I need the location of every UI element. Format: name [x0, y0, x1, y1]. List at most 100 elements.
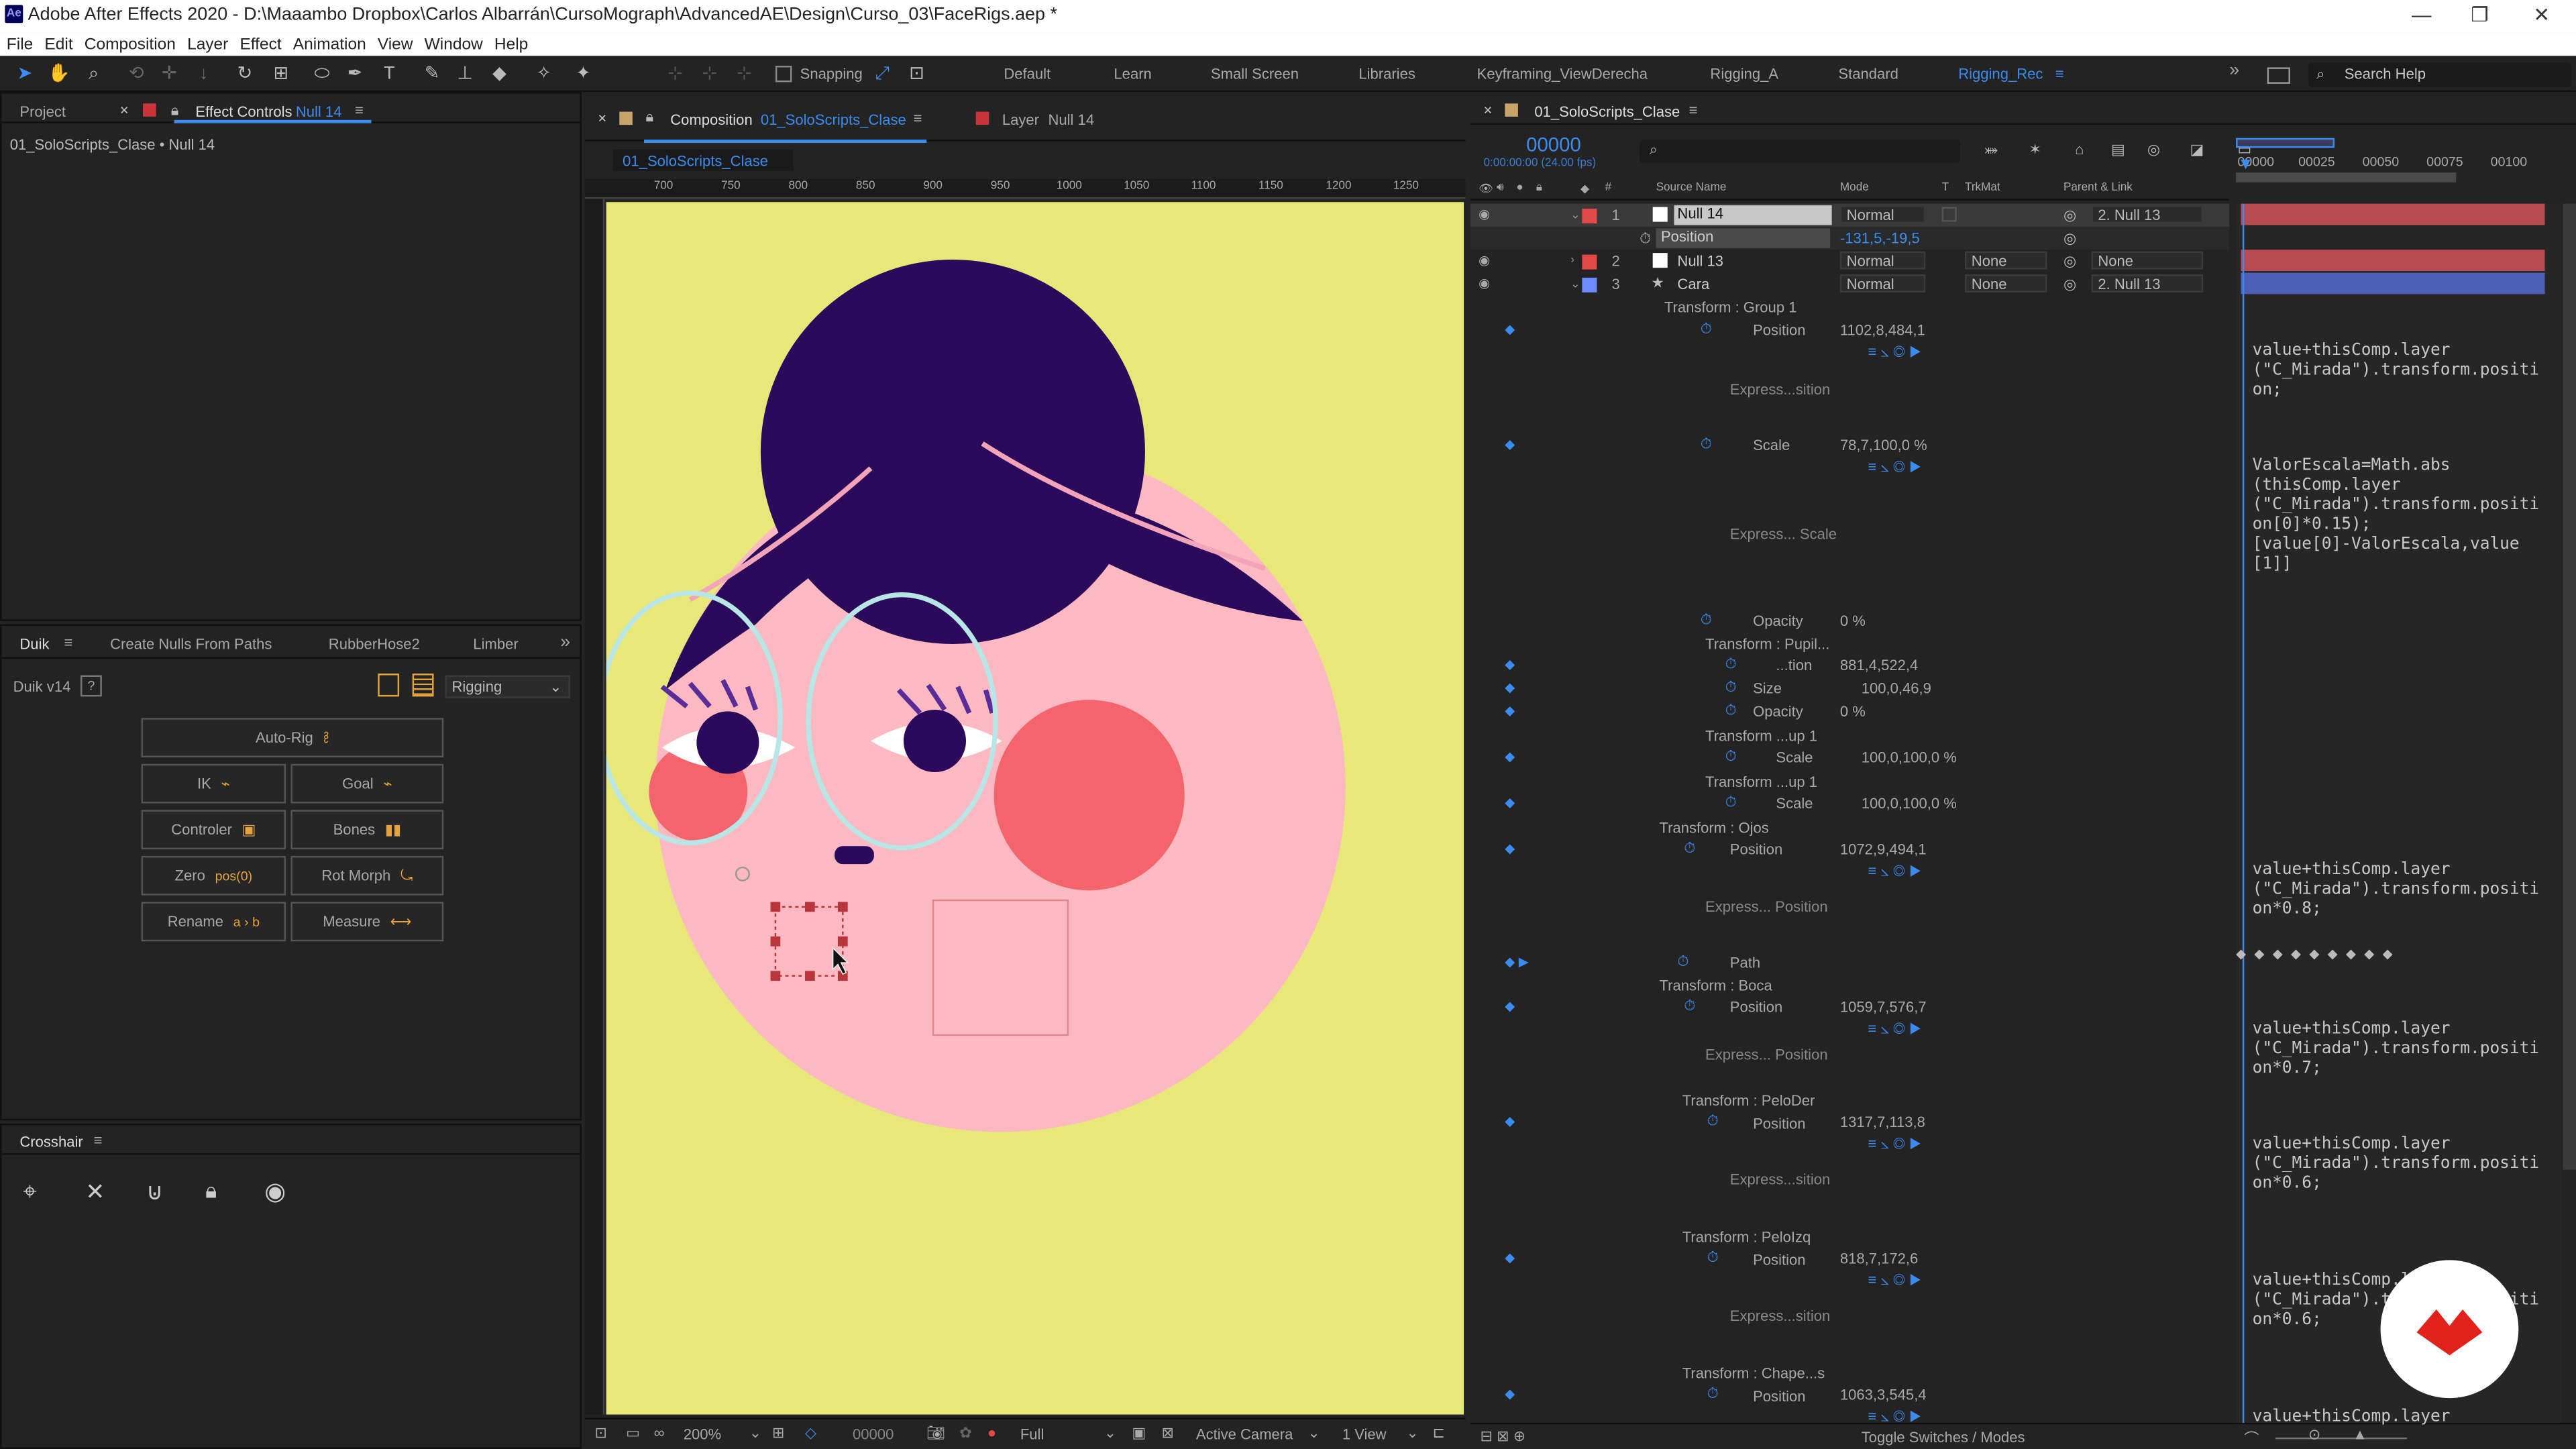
- label-icon[interactable]: ◆: [1580, 182, 1589, 195]
- timeline-comp-name[interactable]: 01_SoloScripts_Clase: [1534, 103, 1680, 119]
- clone-stamp-icon[interactable]: ⊥: [453, 62, 476, 85]
- chevron-down-icon[interactable]: ⌄: [1570, 278, 1580, 290]
- stopwatch-icon[interactable]: ⏱︎: [1701, 435, 1712, 453]
- ojos-position-value[interactable]: 1072,9,494,1: [1840, 841, 1927, 857]
- show-snapshot-icon[interactable]: ✿: [959, 1424, 971, 1442]
- group-transform-up1[interactable]: Transform ...up 1: [1705, 773, 1817, 790]
- layer-row-cara[interactable]: ◉ ⌄ 3 ★ Cara Normal None ◎ 2. Null 13: [1470, 273, 2229, 296]
- snap-edges-icon[interactable]: ⤢: [871, 62, 894, 85]
- layer-mode-select[interactable]: Normal: [1839, 251, 1926, 270]
- roto-brush-icon[interactable]: ✧: [532, 62, 555, 85]
- region-icon[interactable]: ◇: [805, 1424, 816, 1442]
- stopwatch-icon[interactable]: ⏱︎: [1701, 321, 1712, 339]
- tab-duik[interactable]: Duik: [19, 636, 49, 652]
- brush-tool-icon[interactable]: ✎: [421, 62, 443, 85]
- stopwatch-icon[interactable]: ⏱︎: [1725, 747, 1736, 765]
- tab-effect-controls[interactable]: Effect Controls: [195, 103, 292, 119]
- toggle-switches-modes[interactable]: Toggle Switches / Modes: [1862, 1430, 2025, 1446]
- menu-file[interactable]: File: [7, 36, 33, 54]
- layer-mode-select[interactable]: Normal: [1839, 274, 1926, 292]
- shy-layers-icon[interactable]: ⌂: [2075, 142, 2084, 158]
- eye-icon[interactable]: 👁︎: [1479, 182, 1493, 195]
- size-value[interactable]: 100,0,46,9: [1862, 680, 1931, 696]
- workspace-rigging-rec[interactable]: Rigging_Rec: [1958, 66, 2043, 82]
- workspace-libraries[interactable]: Libraries: [1358, 66, 1415, 82]
- layer-parent-select[interactable]: 2. Null 13: [2091, 274, 2204, 292]
- timeline-menu-icon[interactable]: ≡: [1689, 102, 1698, 118]
- maximize-icon[interactable]: ❐: [2471, 3, 2488, 26]
- axis-world-icon[interactable]: ⊹: [698, 62, 721, 85]
- chevron-right-icon[interactable]: ›: [1570, 255, 1574, 266]
- track-bar-cara[interactable]: [2241, 272, 2545, 294]
- tab-project[interactable]: Project: [19, 103, 66, 119]
- eraser-tool-icon[interactable]: ◆: [488, 62, 511, 85]
- peloizq-position-value[interactable]: 818,7,172,6: [1840, 1250, 1918, 1267]
- duik-mode-select[interactable]: Rigging ⌄: [445, 675, 570, 698]
- position-value[interactable]: -131,5,-19,5: [1840, 230, 1920, 246]
- camera-snapshot-icon[interactable]: 📷︎: [926, 1424, 945, 1442]
- expression-text-4[interactable]: value+thisComp.layer ("C_Mirada").transf…: [2253, 1020, 2540, 1079]
- more-workspaces-icon[interactable]: »: [2229, 61, 2239, 80]
- transparency-grid-icon[interactable]: ⊠: [1161, 1424, 1173, 1442]
- layer-name[interactable]: Cara: [1677, 276, 1709, 292]
- keyframe-nav-icon[interactable]: ◆: [1505, 999, 1515, 1014]
- peloder-position-value[interactable]: 1317,7,113,8: [1840, 1114, 1925, 1130]
- search-help-box[interactable]: ⌕ Search Help: [2308, 62, 2571, 87]
- rotation-tool-icon[interactable]: ↻: [233, 62, 256, 85]
- axis-local-icon[interactable]: ⊹: [663, 62, 686, 85]
- eye-icon[interactable]: ◉: [1479, 253, 1490, 268]
- snapping-checkbox[interactable]: [775, 65, 792, 83]
- selection-tool-icon[interactable]: ➤: [13, 62, 36, 85]
- zero-button[interactable]: Zero pos(0): [141, 855, 286, 896]
- graph-editor-icon[interactable]: ◪: [2190, 142, 2204, 160]
- chevron-down-icon[interactable]: ⌄: [1307, 1424, 1320, 1442]
- workspace-default[interactable]: Default: [1004, 66, 1051, 82]
- layer-mode-select[interactable]: Normal: [1839, 205, 1926, 224]
- expression-toggle-icon[interactable]: ≡ ⦣ ◎ ▶: [1868, 1135, 1921, 1153]
- audio-icon[interactable]: 🔊︎: [1497, 182, 1504, 196]
- stopwatch-icon[interactable]: ⏱︎: [1707, 1385, 1719, 1403]
- group-transform-chape[interactable]: Transform : Chape...s: [1682, 1365, 1825, 1381]
- lock-icon[interactable]: 🔒︎: [645, 109, 653, 127]
- eye-icon[interactable]: ◉: [1479, 207, 1490, 222]
- lock-icon[interactable]: 🔒︎: [205, 1178, 217, 1204]
- group-transform-peloder[interactable]: Transform : PeloDer: [1682, 1093, 1815, 1109]
- expression-text-1[interactable]: value+thisComp.layer ("C_Mirada").transf…: [2253, 341, 2540, 400]
- stopwatch-icon[interactable]: ⏱︎: [1707, 1112, 1719, 1130]
- pen-tool-icon[interactable]: ✒: [343, 62, 366, 85]
- track-bar-null14[interactable]: [2241, 203, 2545, 225]
- layer-search-input[interactable]: ⌕: [1640, 140, 1960, 163]
- pan-camera-icon[interactable]: ✛: [158, 62, 180, 85]
- keyframe-nav-icon[interactable]: ◆: [1505, 322, 1515, 337]
- orbit-camera-icon[interactable]: ⟲: [125, 62, 148, 85]
- layer-label-color[interactable]: [1582, 277, 1597, 292]
- menu-composition[interactable]: Composition: [85, 36, 176, 54]
- keyframe-nav-icon[interactable]: ◆: [1505, 680, 1515, 695]
- zoom-value[interactable]: 200%: [684, 1426, 721, 1442]
- resolution-value[interactable]: Full: [1020, 1426, 1044, 1442]
- rot-morph-button[interactable]: Rot Morph ⤿: [290, 855, 444, 896]
- track-area[interactable]: ◆◆◆◆◆◆◆◆◆ value+thisComp.layer ("C_Mirad…: [2236, 203, 2561, 1426]
- zoom-in-icon[interactable]: ▲: [2353, 1426, 2367, 1442]
- screen-icon[interactable]: [2267, 67, 2290, 84]
- axis-view-icon[interactable]: ⊹: [733, 62, 755, 85]
- duik-help-button[interactable]: ?: [80, 675, 102, 697]
- keyframe-nav-icon[interactable]: ◆ ▶: [1505, 955, 1529, 969]
- menu-effect[interactable]: Effect: [239, 36, 281, 54]
- close-tab-icon[interactable]: ×: [598, 110, 606, 126]
- keyframe-nav-icon[interactable]: ◆: [1505, 841, 1515, 856]
- duik-menu-icon[interactable]: ≡: [64, 634, 73, 650]
- type-tool-icon[interactable]: T: [378, 62, 400, 85]
- zoom-slider-handle[interactable]: ⊙: [2308, 1426, 2320, 1444]
- layer-label-color[interactable]: [1582, 209, 1597, 224]
- scale-value[interactable]: 78,7,100,0 %: [1840, 437, 1927, 453]
- ellipse-tool-icon[interactable]: ⬭: [311, 62, 333, 85]
- chevron-down-icon[interactable]: ⌄: [749, 1424, 761, 1442]
- layer-parent-select[interactable]: 2. Null 13: [2091, 205, 2204, 224]
- views-value[interactable]: 1 View: [1342, 1426, 1387, 1442]
- duik-layout-icon[interactable]: [378, 674, 400, 697]
- auto-rig-button[interactable]: Auto-Rig ꔧ: [141, 718, 444, 757]
- tab-layer[interactable]: Layer: [1002, 112, 1039, 128]
- menu-help[interactable]: Help: [494, 36, 528, 54]
- grid-icon[interactable]: ⊞: [772, 1424, 784, 1442]
